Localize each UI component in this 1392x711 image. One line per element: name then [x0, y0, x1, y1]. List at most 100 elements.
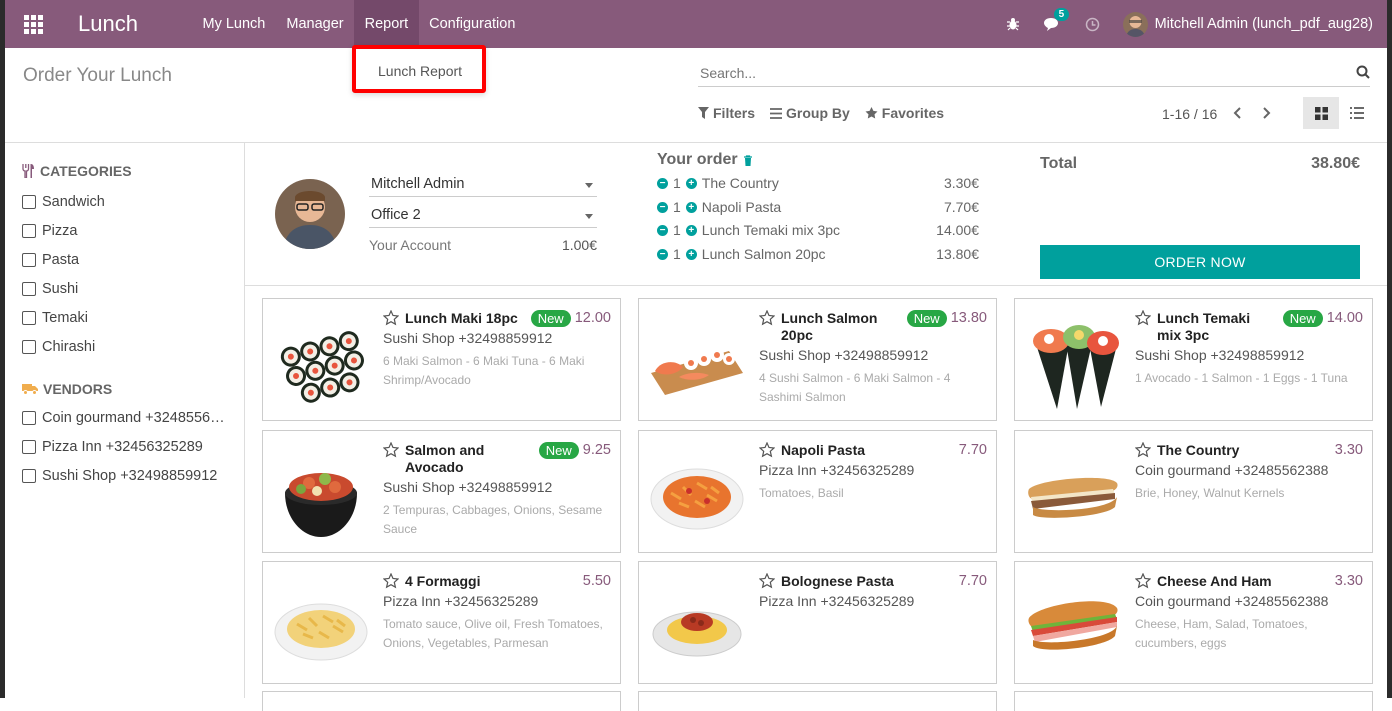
new-badge: New [907, 310, 947, 327]
product-vendor: Coin gourmand +32485562388 [1135, 462, 1363, 478]
user-menu[interactable]: Mitchell Admin (lunch_pdf_aug28) [1123, 12, 1373, 37]
view-switcher [1303, 97, 1375, 129]
list-bars-icon [770, 108, 782, 119]
vendors-list: Coin gourmand +3248556… Pizza Inn +32456… [5, 403, 244, 490]
product-card-partial[interactable] [638, 691, 997, 711]
poke-bowl-image [273, 443, 369, 543]
right-window-edge [1387, 0, 1392, 698]
plus-icon[interactable]: + [686, 249, 697, 260]
order-price: 7.70€ [944, 199, 979, 215]
minus-icon[interactable]: − [657, 202, 668, 213]
category-sandwich[interactable]: Sandwich [22, 187, 227, 216]
trash-icon[interactable] [743, 155, 753, 166]
product-price: 13.80 [951, 310, 987, 327]
list-view-button[interactable] [1339, 97, 1375, 129]
checkbox[interactable] [22, 195, 36, 209]
menu-report[interactable]: Report [354, 0, 419, 48]
checkbox[interactable] [22, 469, 36, 483]
product-description: 6 Maki Salmon - 6 Maki Tuna - 6 Maki Shr… [383, 352, 611, 390]
app-brand[interactable]: Lunch [78, 11, 192, 37]
product-card[interactable]: Cheese And Ham 3.30 Coin gourmand +32485… [1014, 561, 1373, 684]
page-title: Order Your Lunch [23, 65, 172, 87]
minus-icon[interactable]: − [657, 225, 668, 236]
kanban-view-button[interactable] [1303, 97, 1339, 129]
category-chirashi[interactable]: Chirashi [22, 332, 227, 361]
category-pizza[interactable]: Pizza [22, 216, 227, 245]
star-outline-icon[interactable] [759, 573, 775, 589]
vendor-pizza-inn[interactable]: Pizza Inn +32456325289 [22, 432, 227, 461]
order-now-button[interactable]: ORDER NOW [1040, 245, 1360, 279]
product-price: 14.00 [1327, 310, 1363, 327]
checkbox[interactable] [22, 340, 36, 354]
product-description: 1 Avocado - 1 Salmon - 1 Eggs - 1 Tuna [1135, 369, 1363, 388]
messaging-chat-icon[interactable]: 5 [1041, 14, 1061, 34]
product-card[interactable]: Lunch Maki 18pc New 12.00 Sushi Shop +32… [262, 298, 621, 421]
star-outline-icon[interactable] [383, 573, 399, 589]
category-label: Chirashi [42, 339, 95, 355]
product-card[interactable]: Lunch Temaki mix 3pc New 14.00 Sushi Sho… [1014, 298, 1373, 421]
star-outline-icon[interactable] [1135, 573, 1151, 589]
minus-icon[interactable]: − [657, 249, 668, 260]
star-outline-icon[interactable] [1135, 442, 1151, 458]
checkbox[interactable] [22, 282, 36, 296]
order-line: − 1 + Lunch Temaki mix 3pc 14.00€ [657, 222, 979, 238]
plus-icon[interactable]: + [686, 225, 697, 236]
product-card-partial[interactable] [262, 691, 621, 711]
checkbox[interactable] [22, 253, 36, 267]
minus-icon[interactable]: − [657, 178, 668, 189]
checkbox[interactable] [22, 440, 36, 454]
menu-my-lunch[interactable]: My Lunch [192, 0, 276, 48]
vendor-sushi-shop[interactable]: Sushi Shop +32498859912 [22, 461, 227, 490]
product-card[interactable]: Salmon and Avocado New 9.25 Sushi Shop +… [262, 430, 621, 553]
truck-icon [22, 383, 38, 395]
checkbox[interactable] [22, 411, 36, 425]
product-name: 4 Formaggi [405, 573, 579, 590]
categories-list: Sandwich Pizza Pasta Sushi Temaki Chiras… [5, 187, 244, 361]
product-card-partial[interactable] [1014, 691, 1373, 711]
search-icon[interactable] [1356, 65, 1370, 84]
plus-icon[interactable]: + [686, 202, 697, 213]
filters-button[interactable]: Filters [698, 105, 755, 121]
new-badge: New [1283, 310, 1323, 327]
vendor-label: Sushi Shop +32498859912 [42, 468, 217, 484]
star-outline-icon[interactable] [759, 442, 775, 458]
menu-manager[interactable]: Manager [276, 0, 354, 48]
apps-menu-button[interactable] [2, 0, 64, 48]
user-select[interactable]: Mitchell Admin [369, 173, 597, 197]
menu-configuration[interactable]: Configuration [419, 0, 526, 48]
checkbox[interactable] [22, 311, 36, 325]
pager-previous-icon[interactable] [1233, 106, 1241, 122]
plus-icon[interactable]: + [686, 178, 697, 189]
star-outline-icon[interactable] [383, 442, 399, 458]
favorites-button[interactable]: Favorites [865, 105, 944, 121]
star-outline-icon[interactable] [759, 310, 775, 326]
formaggi-pasta-image [273, 574, 369, 674]
category-temaki[interactable]: Temaki [22, 303, 227, 332]
category-pasta[interactable]: Pasta [22, 245, 227, 274]
category-label: Pasta [42, 252, 79, 268]
category-sushi[interactable]: Sushi [22, 274, 227, 303]
product-card[interactable]: Bolognese Pasta 7.70 Pizza Inn +32456325… [638, 561, 997, 684]
vendor-coin-gourmand[interactable]: Coin gourmand +3248556… [22, 403, 227, 432]
location-select[interactable]: Office 2 [369, 204, 597, 228]
left-window-edge [0, 0, 5, 698]
group-by-button[interactable]: Group By [770, 105, 850, 121]
country-sandwich-image [1025, 443, 1121, 543]
debug-bug-icon[interactable] [1003, 14, 1023, 34]
activity-clock-icon[interactable] [1083, 14, 1103, 34]
product-card[interactable]: The Country 3.30 Coin gourmand +32485562… [1014, 430, 1373, 553]
pager-next-icon[interactable] [1263, 106, 1271, 122]
star-outline-icon[interactable] [1135, 310, 1151, 326]
product-card[interactable]: Napoli Pasta 7.70 Pizza Inn +32456325289… [638, 430, 997, 553]
product-card[interactable]: Lunch Salmon 20pc New 13.80 Sushi Shop +… [638, 298, 997, 421]
product-card[interactable]: 4 Formaggi 5.50 Pizza Inn +32456325289 T… [262, 561, 621, 684]
checkbox[interactable] [22, 224, 36, 238]
bolognese-pasta-image [649, 574, 745, 674]
filter-icon [698, 107, 709, 119]
star-outline-icon[interactable] [383, 310, 399, 326]
pager-value[interactable]: 1-16 / 16 [1162, 106, 1217, 122]
kanban-grid-icon [1315, 107, 1328, 120]
search-input[interactable] [698, 61, 1338, 85]
lunch-report-menu-item[interactable]: Lunch Report [378, 63, 462, 79]
chevron-down-icon [585, 214, 593, 219]
